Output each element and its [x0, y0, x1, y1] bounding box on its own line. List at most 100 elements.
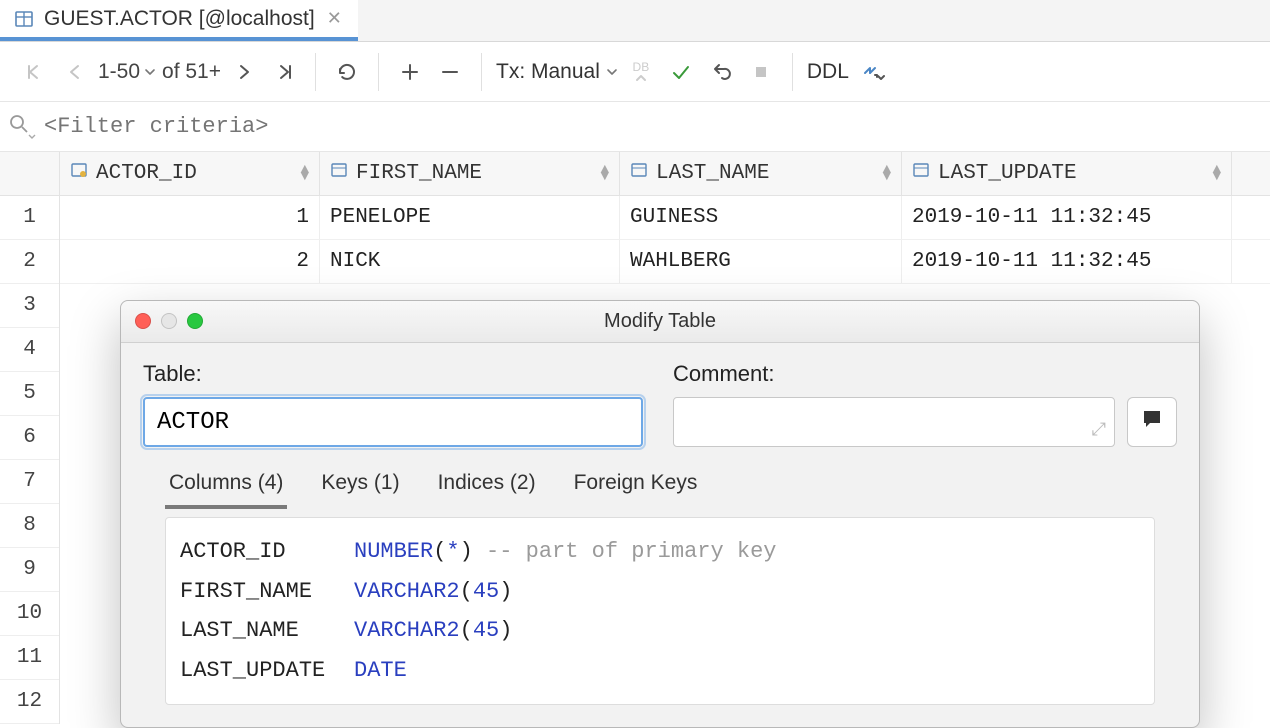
- column-definition-list[interactable]: ACTOR_ID NUMBER(*) -- part of primary ke…: [165, 517, 1155, 705]
- column-def-row[interactable]: LAST_UPDATE DATE: [180, 651, 1140, 691]
- col-type-arg: *: [446, 539, 459, 564]
- row-number[interactable]: 7: [0, 460, 59, 504]
- comment-label: Comment:: [673, 361, 1177, 387]
- col-name: LAST_NAME: [180, 611, 340, 651]
- editor-tab-actor[interactable]: GUEST.ACTOR [@localhost] ✕: [0, 0, 358, 41]
- column-header-row: ACTOR_ID ▲▼ FIRST_NAME ▲▼ LAST_NAME ▲▼ L…: [60, 152, 1270, 196]
- page-range-label: 1-50: [98, 60, 140, 84]
- db-label: DB: [633, 61, 650, 73]
- row-number[interactable]: 4: [0, 328, 59, 372]
- col-type: NUMBER: [354, 539, 433, 564]
- page-last-button[interactable]: [267, 55, 301, 89]
- tab-keys[interactable]: Keys (1): [317, 465, 403, 509]
- filter-bar: [0, 102, 1270, 152]
- window-controls: [135, 313, 203, 329]
- window-minimize-button[interactable]: [161, 313, 177, 329]
- cell-last-update[interactable]: 2019-10-11 11:32:45: [902, 240, 1232, 283]
- column-header-actor-id[interactable]: ACTOR_ID ▲▼: [60, 152, 320, 195]
- dialog-title: Modify Table: [604, 310, 716, 333]
- window-close-button[interactable]: [135, 313, 151, 329]
- filter-input[interactable]: [44, 114, 1262, 139]
- row-number[interactable]: 11: [0, 636, 59, 680]
- tab-columns[interactable]: Columns (4): [165, 465, 287, 509]
- dialog-titlebar[interactable]: Modify Table: [121, 301, 1199, 343]
- page-range-dropdown[interactable]: 1-50: [98, 60, 156, 84]
- expand-icon[interactable]: ⤢: [1092, 419, 1106, 440]
- search-icon[interactable]: [8, 113, 36, 141]
- tab-title: GUEST.ACTOR [@localhost]: [44, 7, 315, 31]
- editor-tabbar: GUEST.ACTOR [@localhost] ✕: [0, 0, 1270, 42]
- column-header-last-name[interactable]: LAST_NAME ▲▼: [620, 152, 902, 195]
- col-name: FIRST_NAME: [180, 572, 340, 612]
- ddl-button[interactable]: DDL: [807, 60, 849, 84]
- tx-mode-label: Tx: Manual: [496, 60, 600, 84]
- page-prev-button[interactable]: [58, 55, 92, 89]
- comment-input[interactable]: ⤢: [673, 397, 1115, 447]
- row-number[interactable]: 12: [0, 680, 59, 724]
- remove-row-button[interactable]: [433, 55, 467, 89]
- col-name: LAST_UPDATE: [180, 651, 340, 691]
- page-next-button[interactable]: [227, 55, 261, 89]
- table-name-input[interactable]: [143, 397, 643, 447]
- cell-first-name[interactable]: PENELOPE: [320, 196, 620, 239]
- dialog-tabs: Columns (4) Keys (1) Indices (2) Foreign…: [143, 465, 1177, 517]
- cell-last-name[interactable]: GUINESS: [620, 196, 902, 239]
- tx-mode-dropdown[interactable]: Tx: Manual: [496, 60, 618, 84]
- row-number[interactable]: 9: [0, 548, 59, 592]
- page-of-label: of 51+: [162, 60, 221, 84]
- column-name: LAST_NAME: [656, 162, 769, 185]
- close-icon[interactable]: ✕: [325, 6, 344, 31]
- tab-indices[interactable]: Indices (2): [434, 465, 540, 509]
- row-number[interactable]: 2: [0, 240, 59, 284]
- row-number-gutter: 1 2 3 4 5 6 7 8 9 10 11 12: [0, 152, 60, 724]
- cell-first-name[interactable]: NICK: [320, 240, 620, 283]
- cell-last-update[interactable]: 2019-10-11 11:32:45: [902, 196, 1232, 239]
- window-zoom-button[interactable]: [187, 313, 203, 329]
- reload-button[interactable]: [330, 55, 364, 89]
- row-number[interactable]: 6: [0, 416, 59, 460]
- col-type-arg: 45: [473, 579, 499, 604]
- column-icon: [912, 161, 930, 186]
- col-type-arg: 45: [473, 618, 499, 643]
- row-number[interactable]: 1: [0, 196, 59, 240]
- row-number[interactable]: 5: [0, 372, 59, 416]
- table-row[interactable]: 2 NICK WAHLBERG 2019-10-11 11:32:45: [60, 240, 1270, 284]
- column-header-first-name[interactable]: FIRST_NAME ▲▼: [320, 152, 620, 195]
- column-icon: [330, 161, 348, 186]
- column-name: ACTOR_ID: [96, 162, 197, 185]
- sort-icon[interactable]: ▲▼: [601, 167, 609, 181]
- db-upload-button[interactable]: DB: [624, 55, 658, 89]
- table-name-label: Table:: [143, 361, 643, 387]
- page-first-button[interactable]: [18, 55, 52, 89]
- comment-button[interactable]: [1127, 397, 1177, 447]
- sort-icon[interactable]: ▲▼: [301, 167, 309, 181]
- column-header-last-update[interactable]: LAST_UPDATE ▲▼: [902, 152, 1232, 195]
- key-column-icon: [70, 161, 88, 186]
- settings-dropdown[interactable]: [855, 55, 889, 89]
- stop-button[interactable]: [744, 55, 778, 89]
- cell-actor-id[interactable]: 1: [60, 196, 320, 239]
- column-def-row[interactable]: ACTOR_ID NUMBER(*) -- part of primary ke…: [180, 532, 1140, 572]
- speech-bubble-icon: [1140, 407, 1164, 437]
- row-number[interactable]: 8: [0, 504, 59, 548]
- cell-actor-id[interactable]: 2: [60, 240, 320, 283]
- sort-icon[interactable]: ▲▼: [883, 167, 891, 181]
- tab-foreign-keys[interactable]: Foreign Keys: [570, 465, 702, 509]
- column-def-row[interactable]: LAST_NAME VARCHAR2(45): [180, 611, 1140, 651]
- row-number[interactable]: 3: [0, 284, 59, 328]
- column-name: LAST_UPDATE: [938, 162, 1077, 185]
- cell-last-name[interactable]: WAHLBERG: [620, 240, 902, 283]
- rollback-button[interactable]: [704, 55, 738, 89]
- commit-button[interactable]: [664, 55, 698, 89]
- col-comment: -- part of primary key: [486, 539, 776, 564]
- table-icon: [14, 9, 34, 29]
- row-number[interactable]: 10: [0, 592, 59, 636]
- table-row[interactable]: 1 PENELOPE GUINESS 2019-10-11 11:32:45: [60, 196, 1270, 240]
- sort-icon[interactable]: ▲▼: [1213, 167, 1221, 181]
- column-name: FIRST_NAME: [356, 162, 482, 185]
- col-type: DATE: [354, 658, 407, 683]
- col-type: VARCHAR2: [354, 579, 460, 604]
- column-def-row[interactable]: FIRST_NAME VARCHAR2(45): [180, 572, 1140, 612]
- add-row-button[interactable]: [393, 55, 427, 89]
- col-name: ACTOR_ID: [180, 532, 340, 572]
